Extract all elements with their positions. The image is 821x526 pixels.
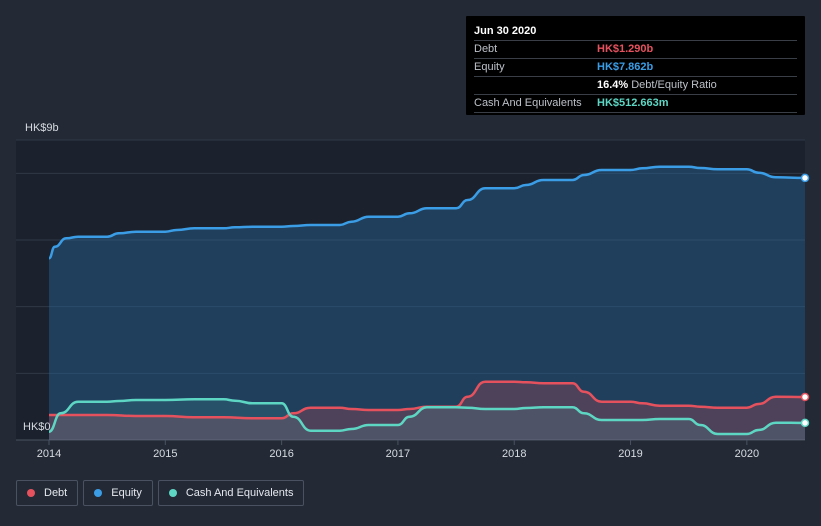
legend-label: Cash And Equivalents [185, 487, 294, 499]
x-tick-label: 2020 [735, 448, 759, 460]
cash-and-equivalents-end-marker [800, 418, 810, 428]
tooltip-value: 16.4% [597, 79, 629, 91]
tooltip-value: HK$7.862b [597, 61, 654, 73]
legend-item-cash[interactable]: Cash And Equivalents [157, 480, 305, 506]
legend-dot-icon [168, 489, 177, 497]
equity-end-marker [800, 173, 810, 183]
legend-item-equity[interactable]: Equity [83, 480, 153, 506]
x-tick-label: 2016 [269, 448, 293, 460]
tooltip-value: HK$1.290b [597, 43, 654, 55]
y-axis-top-label: HK$9b [25, 122, 59, 134]
tooltip-ratio-label: Debt/Equity Ratio [631, 79, 717, 91]
legend-dot-icon [27, 489, 35, 497]
debt-end-marker [800, 392, 810, 402]
x-tick-label: 2014 [37, 448, 61, 460]
x-tick-label: 2019 [618, 448, 642, 460]
x-tick-label: 2018 [502, 448, 526, 460]
legend-label: Equity [111, 487, 142, 499]
tooltip-row-equity: Equity HK$7.862b [474, 58, 797, 76]
legend-dot-icon [94, 489, 103, 497]
legend-label: Debt [44, 487, 68, 499]
tooltip-row-ratio: 16.4% Debt/Equity Ratio [474, 76, 797, 94]
y-axis-bottom-label: HK$0 [23, 421, 51, 433]
x-tick-label: 2017 [386, 448, 410, 460]
tooltip-label: Equity [474, 61, 505, 73]
tooltip-row-debt: Debt HK$1.290b [474, 40, 797, 58]
chart-legend: Debt Equity Cash And Equivalents [16, 480, 305, 506]
tooltip-date: Jun 30 2020 [474, 25, 537, 37]
tooltip-value: HK$512.663m [597, 97, 669, 109]
data-tooltip: Jun 30 2020 Debt HK$1.290b Equity HK$7.8… [466, 16, 805, 115]
legend-item-debt[interactable]: Debt [16, 480, 79, 506]
tooltip-row-cash: Cash And Equivalents HK$512.663m [474, 94, 797, 113]
x-tick-label: 2015 [153, 448, 177, 460]
tooltip-label: Cash And Equivalents [474, 97, 582, 109]
x-axis-ticks: 2014 2015 2016 2017 2018 2019 2020 [37, 440, 759, 460]
tooltip-label: Debt [474, 43, 498, 55]
tooltip-label [474, 77, 597, 94]
